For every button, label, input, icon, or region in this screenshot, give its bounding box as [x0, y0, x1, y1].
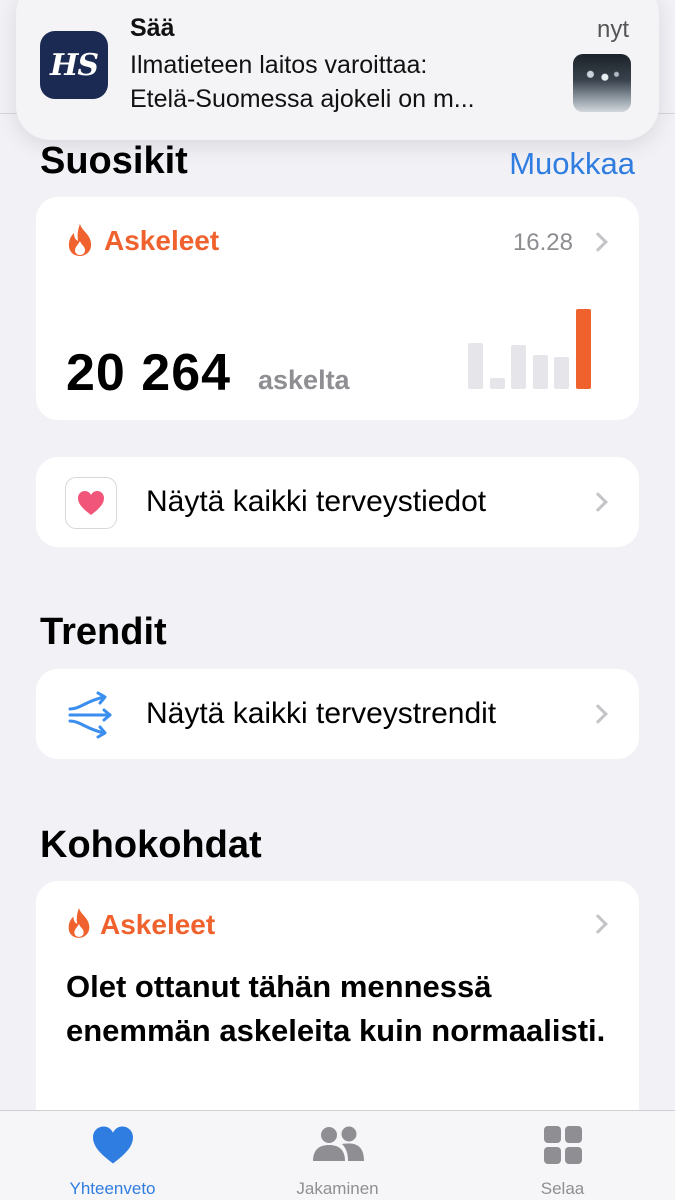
health-app-icon: [65, 477, 117, 529]
all-health-data-row[interactable]: Näytä kaikki terveystiedot: [36, 457, 639, 547]
tab-sharing-label: Jakaminen: [296, 1179, 379, 1198]
steps-favorite-card[interactable]: Askeleet 16.28 20 264 askelta: [36, 197, 639, 420]
notification-time: nyt: [596, 16, 629, 43]
steps-card-time: 16.28: [512, 229, 573, 256]
edit-button[interactable]: Muokkaa: [509, 146, 635, 182]
favorites-title: Suosikit: [40, 140, 188, 182]
highlight-card-title: Askeleet: [100, 909, 216, 940]
steps-chart-bar: [489, 378, 505, 389]
all-health-data-label: Näytä kaikki terveystiedot: [146, 485, 487, 518]
tab-summary[interactable]: Yhteenveto: [0, 1111, 225, 1200]
trends-title: Trendit: [40, 611, 167, 653]
flame-icon: [68, 224, 92, 256]
tab-summary-label: Yhteenveto: [69, 1179, 156, 1198]
chevron-right-icon: [588, 492, 608, 512]
notification-thumbnail: [573, 54, 631, 112]
all-trends-label: Näytä kaikki terveystrendit: [146, 697, 497, 730]
heart-fill-icon: [92, 1126, 133, 1164]
tab-browse-label: Selaa: [540, 1179, 585, 1198]
notification-banner[interactable]: HS Sää nyt Ilmatieteen laitos varoittaa:…: [16, 0, 659, 140]
health-app: HS Sää nyt Ilmatieteen laitos varoittaa:…: [0, 0, 675, 1200]
notification-body: Ilmatieteen laitos varoittaa: Etelä-Suom…: [130, 48, 560, 116]
grid-icon: [543, 1126, 582, 1164]
steps-chart-bar: [554, 357, 569, 389]
chevron-right-icon: [588, 914, 608, 934]
steps-highlight-card[interactable]: Askeleet Olet ottanut tähän mennessä ene…: [36, 881, 639, 1141]
notification-line-1: Ilmatieteen laitos varoittaa:: [130, 51, 428, 79]
flame-icon: [68, 908, 90, 938]
highlights-title: Kohokohdat: [40, 824, 262, 866]
notification-app-name: Sää: [130, 14, 175, 42]
steps-chart-bar: [532, 355, 548, 389]
heart-icon: [78, 491, 104, 515]
steps-chart-bar: [468, 343, 483, 389]
steps-chart-bar: [511, 345, 526, 389]
trends-arrows-icon: [68, 691, 112, 739]
steps-unit: askelta: [258, 365, 350, 395]
notification-line-2: Etelä-Suomessa ajokeli on m...: [130, 85, 475, 113]
steps-mini-chart: [468, 301, 608, 389]
highlight-text: Olet ottanut tähän mennessä enemmän aske…: [66, 969, 606, 1048]
chevron-right-icon: [588, 232, 608, 252]
chevron-right-icon: [588, 704, 608, 724]
steps-chart-bar: [575, 309, 591, 389]
people-icon: [312, 1126, 364, 1161]
all-trends-row[interactable]: Näytä kaikki terveystrendit: [36, 669, 639, 759]
steps-card-title: Askeleet: [104, 225, 220, 256]
hs-app-icon: HS: [40, 31, 108, 99]
tab-bar: Yhteenveto Jakaminen Selaa: [0, 1110, 675, 1200]
tab-browse[interactable]: Selaa: [450, 1111, 675, 1200]
steps-value: 20 264: [66, 344, 232, 402]
tab-sharing[interactable]: Jakaminen: [225, 1111, 450, 1200]
